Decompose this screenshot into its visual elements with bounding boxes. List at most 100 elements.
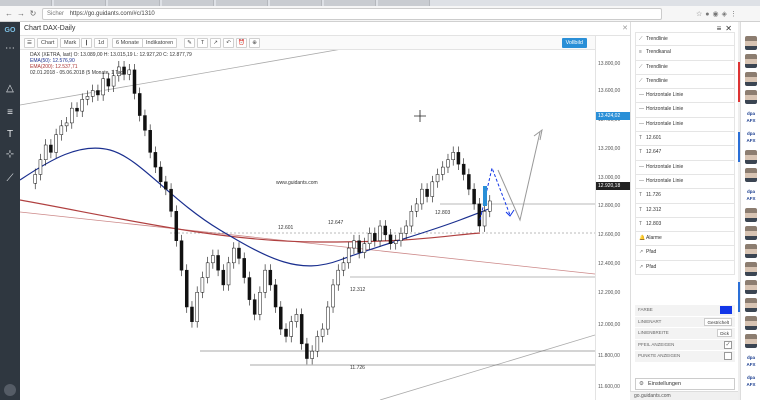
chart-type-button[interactable]: Chart <box>37 38 59 48</box>
candle-body <box>472 188 476 205</box>
extension-icons[interactable]: ☆●◉◈⋮ <box>696 10 740 18</box>
chart-canvas[interactable]: 12.647 12.601 12.803 12.312 11.726 DAX (XETR… <box>20 50 595 400</box>
level-label: 12.803 <box>435 210 451 216</box>
arrow-tool-icon[interactable]: ↗ <box>210 38 221 48</box>
linetype-select[interactable]: Gestrichelt <box>704 317 732 326</box>
drawing-list-item[interactable]: — Horizontale Linie <box>635 103 735 118</box>
color-swatch[interactable] <box>720 306 732 314</box>
thumbnail-avatar[interactable] <box>745 316 757 330</box>
triangle-icon[interactable]: △ <box>2 82 18 96</box>
mark-button[interactable]: Mark <box>60 38 81 48</box>
fullscreen-button[interactable]: Vollbild <box>561 38 587 48</box>
candle-body <box>179 240 184 271</box>
candle-body <box>49 144 53 153</box>
price-tick: 12.400,00 <box>598 261 621 267</box>
hline-icon: — <box>639 177 644 184</box>
indicators-button[interactable]: Indikatoren <box>142 38 178 48</box>
draw-tool-icon[interactable]: ✎ <box>184 38 195 48</box>
thumbnail-avatar[interactable] <box>745 208 757 222</box>
drawing-list-item[interactable]: ↗ Pfad <box>635 246 735 261</box>
candle-body <box>106 78 111 87</box>
drawing-list-item[interactable]: T 12.601 <box>635 132 735 147</box>
price-tick: 13.200,00 <box>598 146 621 152</box>
crosshair-icon[interactable]: ⊹ <box>2 148 18 162</box>
thumbnail-avatar[interactable] <box>745 334 757 348</box>
candle-body <box>430 181 435 197</box>
price-tick: 13.800,00 <box>598 61 621 67</box>
candle-body <box>346 247 351 264</box>
drawing-list-item[interactable]: — Horizontale Linie <box>635 160 735 175</box>
drawing-list-item[interactable]: ≡ Trendkanal <box>635 46 735 61</box>
timeframe-button[interactable]: 1d <box>94 38 109 48</box>
candle-body <box>409 211 414 227</box>
thumbnail-avatar[interactable] <box>745 262 757 276</box>
candle-body <box>200 277 205 293</box>
reload-icon[interactable]: ↻ <box>28 9 38 19</box>
thumbnail-logo[interactable]: dpa AFX <box>745 354 757 368</box>
drawing-list-label: Trendlinie <box>646 36 668 42</box>
thumbnail-avatar[interactable] <box>745 244 757 258</box>
price-chart-svg[interactable]: 12.647 12.601 12.803 12.312 11.726 <box>20 50 595 400</box>
drawing-list-item[interactable]: ⟋ Trendlinie <box>635 32 735 47</box>
thumbnail-logo[interactable]: dpa AFX <box>745 188 757 202</box>
drawing-list-item[interactable]: T 11.726 <box>635 189 735 204</box>
arrow-checkbox[interactable]: ✓ <box>724 340 732 349</box>
drawing-list-item[interactable]: T 12.803 <box>635 217 735 233</box>
drawing-list-item[interactable]: ⟋ Trendlinie <box>635 60 735 75</box>
user-avatar[interactable] <box>4 384 16 396</box>
candle-body <box>404 225 408 234</box>
candle-body <box>435 174 440 183</box>
thumbnail-logo[interactable]: dpa AFX <box>745 374 757 388</box>
thumbnail-avatar[interactable] <box>745 280 757 294</box>
channel-icon[interactable]: ≡ <box>2 106 18 120</box>
drawing-list-item[interactable]: ⟋ Trendlinie <box>635 74 735 90</box>
text-icon: T <box>639 135 643 142</box>
drawing-list-item[interactable]: T 12.312 <box>635 203 735 218</box>
forward-icon[interactable]: → <box>16 9 26 19</box>
linewidth-select[interactable]: Dick <box>717 329 732 337</box>
thumbnail-avatar[interactable] <box>745 168 757 182</box>
price-axis[interactable]: 13.800,00 13.600,00 13.400,00 13.200,00 … <box>595 36 631 400</box>
thumbnail-logo[interactable]: dpa AFX <box>745 110 757 124</box>
line-icon: ⟋ <box>639 36 643 42</box>
undo-icon[interactable]: ↶ <box>223 38 234 48</box>
back-icon[interactable]: ← <box>4 9 14 19</box>
candle-body <box>64 122 69 127</box>
close-chart-icon[interactable]: ✕ <box>622 22 628 36</box>
chart-menu-icon[interactable]: ☰ <box>24 38 35 48</box>
thumbnail-avatar[interactable] <box>745 150 757 164</box>
drawings-panel: ≡✕ ⟋ Trendlinie ≡ Trendkanal ⟋ Trendlinie ⟋ Tre… <box>630 22 740 400</box>
text-icon[interactable]: T <box>2 128 18 142</box>
price-tick: 13.600,00 <box>598 88 621 94</box>
drawing-list-item[interactable]: — Horizontale Linie <box>635 117 735 133</box>
drawing-list-item[interactable]: 🔔 Alarme <box>635 232 735 247</box>
drawing-list-item[interactable]: T 12.647 <box>635 146 735 161</box>
text-icon: T <box>639 206 643 213</box>
candle-body <box>43 144 48 160</box>
drawing-list-item[interactable]: ↗ Pfad <box>635 260 735 276</box>
settings-button[interactable]: ⚙ Einstellungen <box>635 378 735 390</box>
hline-icon: — <box>639 92 644 99</box>
alarm-icon[interactable]: ⏰ <box>236 38 247 48</box>
thumbnail-logo[interactable]: dpa AFX <box>745 130 757 144</box>
zoom-icon[interactable]: ⊕ <box>249 38 260 48</box>
thumbnail-avatar[interactable] <box>745 36 757 50</box>
url-field[interactable]: Sicher https://go.guidants.com/#c/1310 <box>42 8 662 20</box>
dot-dashed-line-icon[interactable]: ⋯ <box>2 42 18 56</box>
thumbnail-avatar[interactable] <box>745 226 757 240</box>
candle-icon[interactable]: ❙ <box>81 38 92 48</box>
candle-body <box>310 350 314 359</box>
points-checkbox[interactable] <box>724 352 732 360</box>
line-icon[interactable]: ⟋ <box>2 172 18 186</box>
thumbnail-avatar[interactable] <box>745 298 757 312</box>
candle-body <box>263 269 267 293</box>
logo-icon[interactable]: GO <box>2 24 18 38</box>
text-tool-icon[interactable]: T <box>197 38 208 48</box>
thumbnail-avatar[interactable] <box>745 54 757 68</box>
drawing-list-item[interactable]: — Horizontale Linie <box>635 89 735 104</box>
candle-body <box>388 234 393 244</box>
thumbnail-avatar[interactable] <box>745 90 757 104</box>
thumbnail-avatar[interactable] <box>745 72 757 86</box>
drawing-list-item[interactable]: — Horizontale Linie <box>635 174 735 190</box>
range-button[interactable]: 6 Monate <box>112 38 143 48</box>
